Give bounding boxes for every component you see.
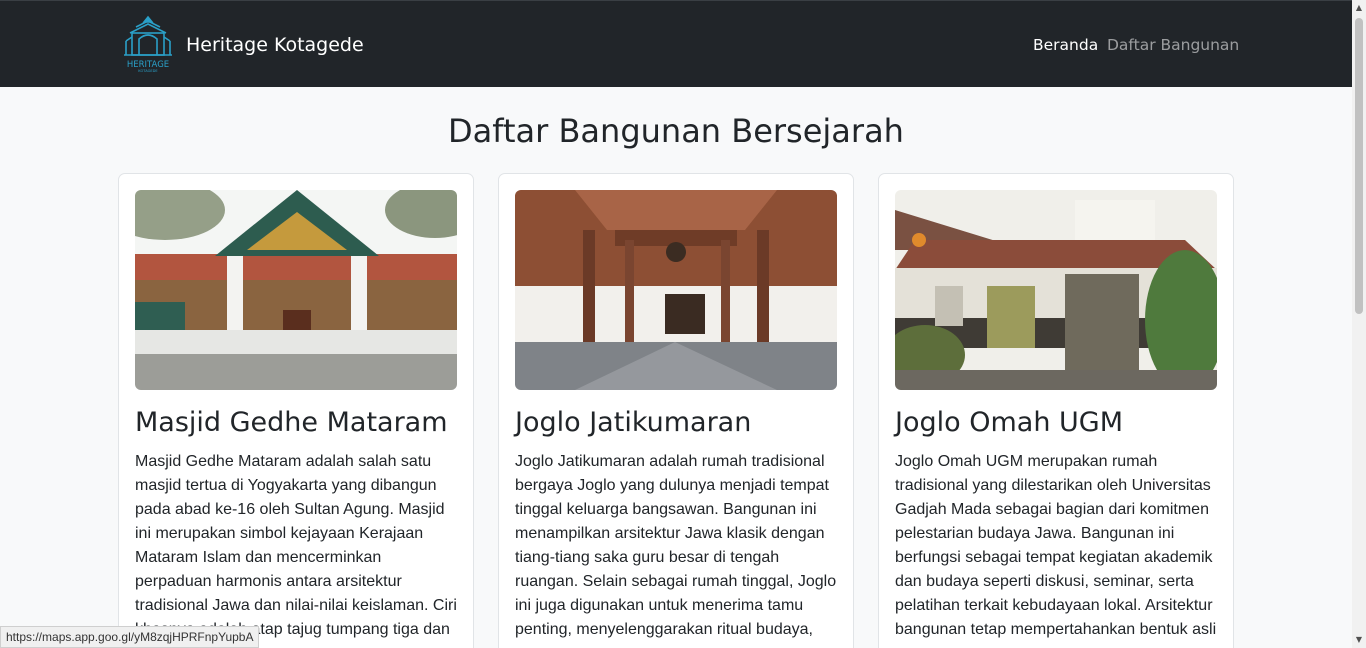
card-description: Joglo Omah UGM merupakan rumah tradision… <box>895 453 1217 638</box>
heritage-logo-icon[interactable]: HERITAGE KOTAGEDE <box>122 15 174 73</box>
card-description: Joglo Jatikumaran adalah rumah tradision… <box>515 453 837 638</box>
status-bar-url: https://maps.app.goo.gl/yM8zqjHPRFnpYupb… <box>0 626 260 648</box>
scrollbar-thumb[interactable] <box>1355 18 1363 314</box>
card-image-masjid-gedhe <box>135 190 457 390</box>
scroll-up-arrow-icon[interactable]: ▲ <box>1354 3 1364 13</box>
scroll-down-arrow-icon[interactable]: ▼ <box>1354 635 1364 645</box>
brand-name-link[interactable]: Heritage Kotagede <box>186 34 364 56</box>
nav-link-daftar-bangunan[interactable]: Daftar Bangunan <box>1107 36 1239 54</box>
top-navbar: HERITAGE KOTAGEDE Heritage Kotagede Bera… <box>0 0 1366 87</box>
building-card-joglo-jatikumaran: Joglo Jatikumaran Joglo Jatikumaran adal… <box>498 173 854 648</box>
nav-link-beranda[interactable]: Beranda <box>1033 36 1098 54</box>
card-description: Masjid Gedhe Mataram adalah salah satu m… <box>135 453 457 638</box>
card-image-joglo-omah-ugm <box>895 190 1217 390</box>
card-image-joglo-jatikumaran <box>515 190 837 390</box>
card-title: Joglo Omah UGM <box>895 407 1123 438</box>
svg-text:KOTAGEDE: KOTAGEDE <box>138 69 158 73</box>
page-title: Daftar Bangunan Bersejarah <box>448 112 904 150</box>
building-card-joglo-omah-ugm: Joglo Omah UGM Joglo Omah UGM merupakan … <box>878 173 1234 648</box>
card-title: Joglo Jatikumaran <box>515 407 752 438</box>
building-card-masjid-gedhe: Masjid Gedhe Mataram Masjid Gedhe Matara… <box>118 173 474 648</box>
card-title: Masjid Gedhe Mataram <box>135 407 448 438</box>
page-scrollbar[interactable]: ▲ ▼ <box>1352 0 1366 648</box>
